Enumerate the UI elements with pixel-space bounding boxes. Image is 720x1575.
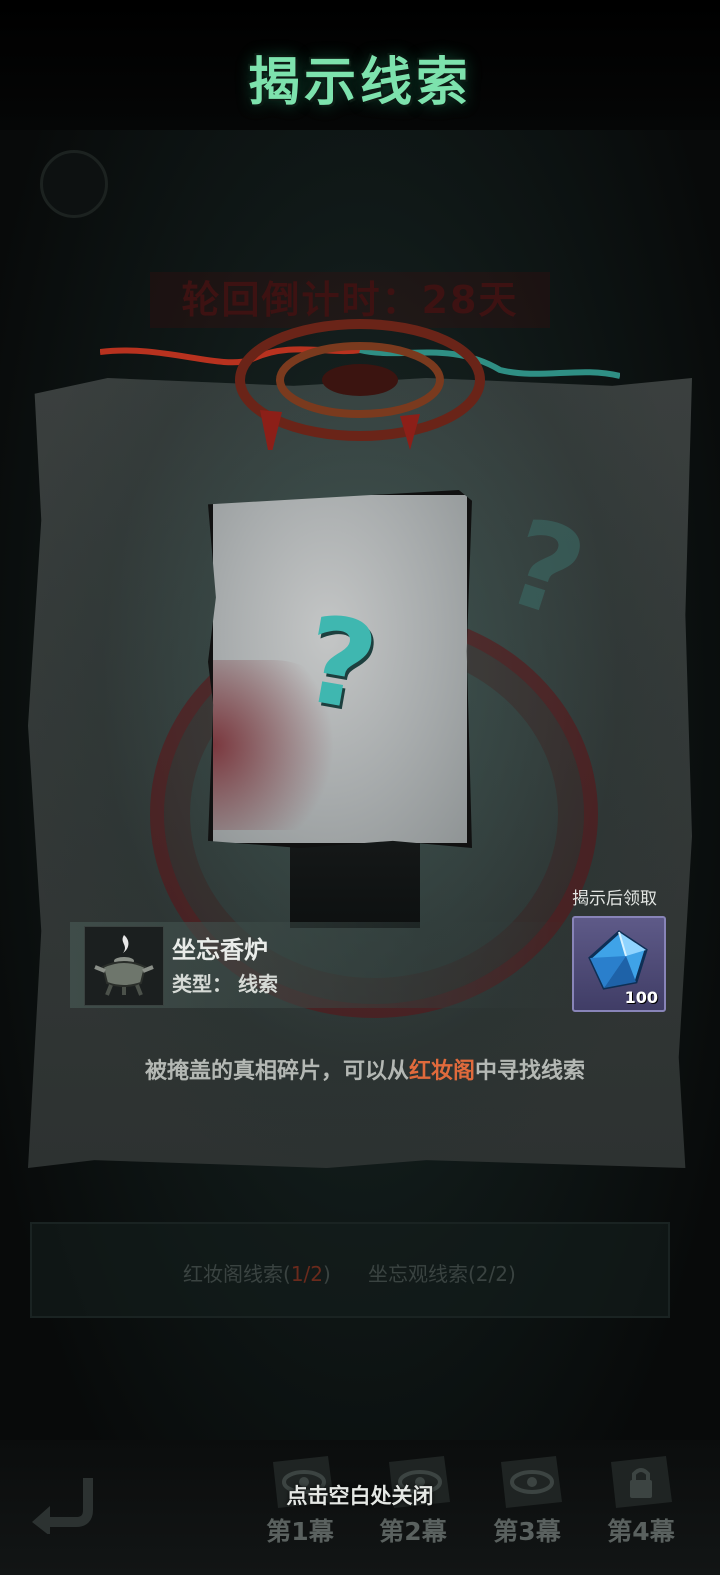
act-2-tab[interactable]: 第2幕 xyxy=(368,1512,458,1548)
clue-progress-1-suffix: ) xyxy=(323,1262,331,1286)
background-clue-progress xyxy=(30,1222,670,1318)
clue-progress-1-label: 红妆阁线索( xyxy=(183,1262,291,1286)
reward-item[interactable]: 100 xyxy=(572,916,666,1012)
eye-sigil-icon xyxy=(100,319,620,450)
description-location-link: 红妆阁 xyxy=(408,1059,475,1084)
act-1-tab[interactable]: 第1幕 xyxy=(255,1512,345,1548)
item-description: 被掩盖的真相碎片，可以从红妆阁中寻找线索 xyxy=(0,1053,720,1085)
description-after: 中寻找线索 xyxy=(475,1059,586,1084)
popup-title: 揭示线索 xyxy=(247,53,472,113)
incense-burner-icon xyxy=(94,935,154,996)
reward-label: 揭示后领取 xyxy=(572,889,657,909)
card-stand xyxy=(290,838,420,928)
clue-progress-1-count: 1/2 xyxy=(290,1262,323,1286)
item-name: 坐忘香炉 xyxy=(172,936,268,964)
hidden-clue-card[interactable]: ? xyxy=(208,490,472,848)
description-before: 被掩盖的真相碎片，可以从 xyxy=(144,1059,409,1084)
item-icon-frame xyxy=(84,926,164,1006)
clue-progress-2: 坐忘观线索(2/2) xyxy=(368,1262,516,1286)
act-4-tab[interactable]: 第4幕 xyxy=(596,1512,686,1548)
clue-progress-1: 红妆阁线索(1/2) xyxy=(183,1258,331,1287)
question-mark-icon: ? xyxy=(293,590,387,739)
item-type: 类型： 线索 xyxy=(172,968,278,997)
item-type-value: 线索 xyxy=(238,972,278,996)
reward-count: 100 xyxy=(624,988,658,1007)
title-banner xyxy=(100,300,620,450)
background-avatar xyxy=(40,150,108,218)
close-hint[interactable]: 点击空白处关闭 xyxy=(0,1480,720,1510)
act-3-tab[interactable]: 第3幕 xyxy=(482,1512,572,1548)
item-type-label: 类型： xyxy=(172,972,232,996)
